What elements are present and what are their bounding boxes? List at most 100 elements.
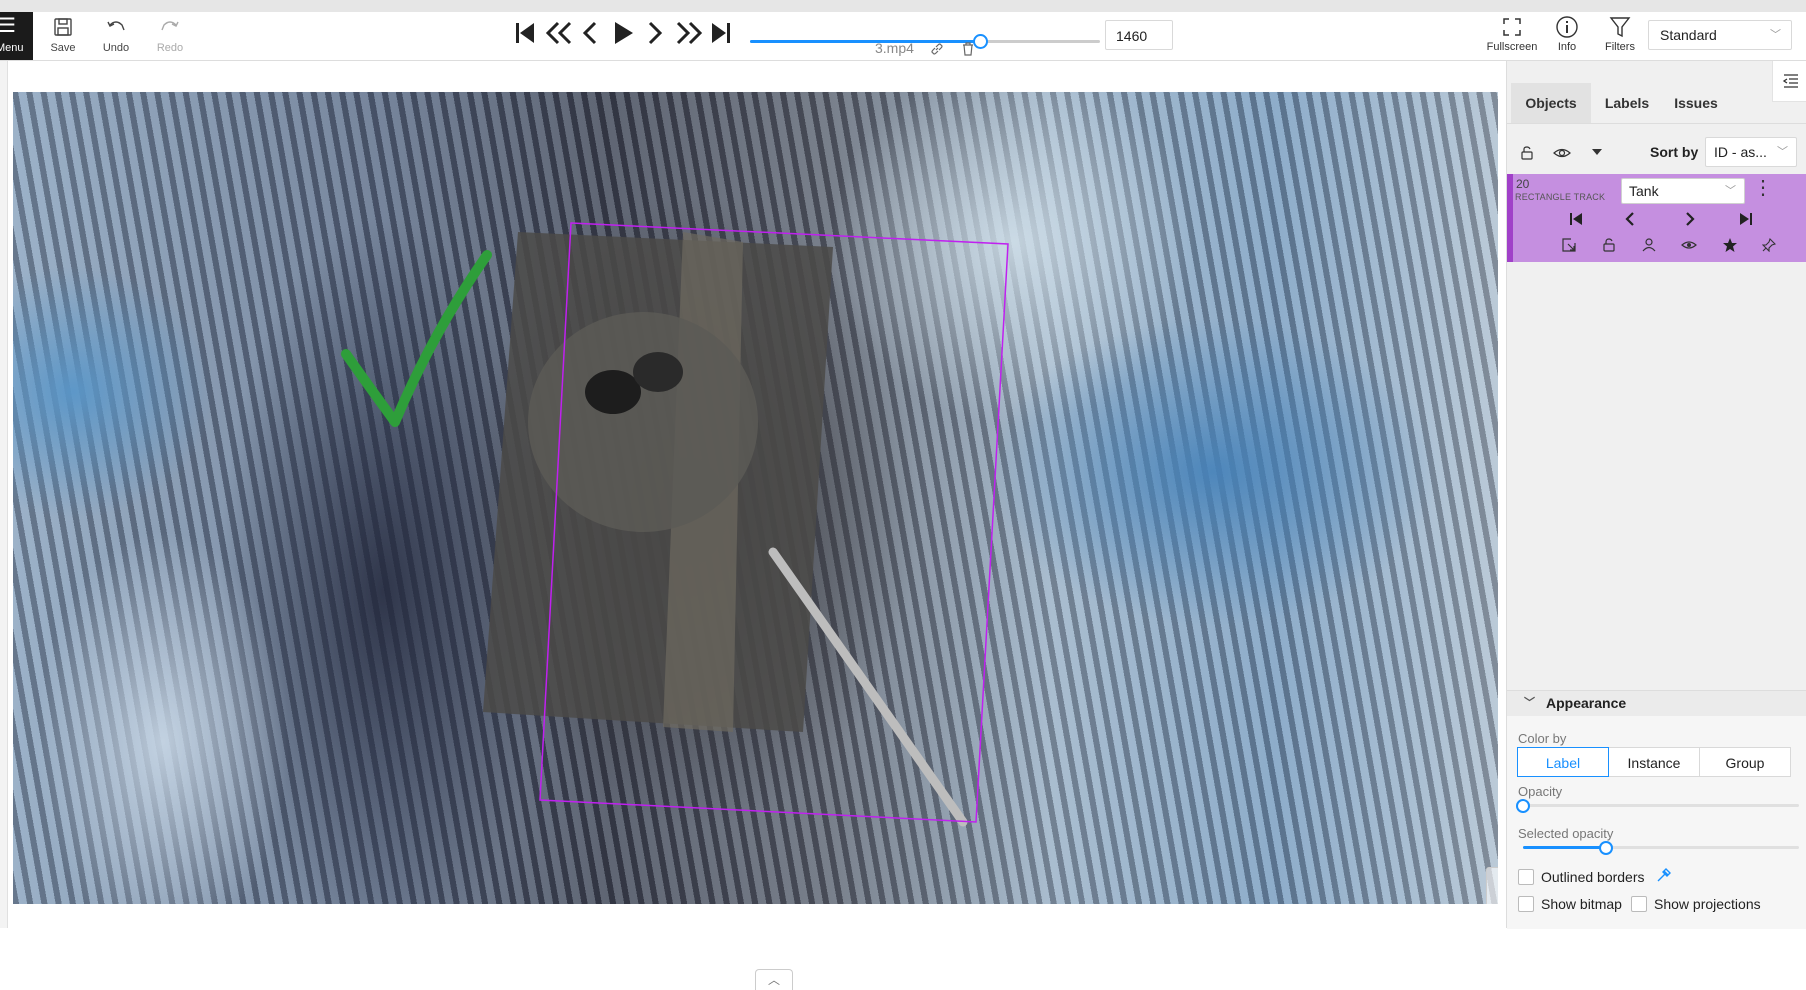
selected-opacity-slider[interactable]	[1523, 841, 1799, 855]
bottom-panel-toggle[interactable]: ︿	[755, 969, 793, 990]
appearance-title: Appearance	[1546, 695, 1627, 711]
object-label-value: Tank	[1629, 183, 1659, 199]
first-frame-button[interactable]	[513, 20, 537, 46]
show-bitmap-label: Show bitmap	[1541, 896, 1622, 912]
appearance-header[interactable]: ﹀ Appearance	[1507, 691, 1806, 716]
previous-frame-button[interactable]	[580, 20, 600, 46]
objects-header: Sort by ID - as... ﹀	[1507, 137, 1806, 169]
selected-opacity-slider-fill	[1523, 846, 1606, 849]
color-by-radio-group: Label Instance Group	[1517, 747, 1793, 777]
more-options-icon[interactable]: ⋮	[1753, 178, 1773, 198]
object-id: 20	[1516, 177, 1530, 191]
selected-opacity-slider-handle[interactable]	[1598, 841, 1613, 855]
color-by-instance-option[interactable]: Instance	[1608, 747, 1700, 777]
show-bitmap-checkbox[interactable]	[1518, 896, 1534, 912]
play-button[interactable]	[610, 20, 636, 46]
color-by-label-option[interactable]: Label	[1517, 747, 1609, 777]
outside-icon[interactable]	[1562, 238, 1576, 252]
pin-icon[interactable]	[1762, 238, 1776, 252]
tab-objects[interactable]: Objects	[1511, 83, 1591, 123]
eye-icon[interactable]	[1553, 145, 1571, 161]
double-chevron-right-icon	[676, 21, 703, 45]
last-keyframe-icon[interactable]	[1739, 211, 1753, 227]
menu-label: Menu	[0, 42, 24, 54]
double-chevron-left-icon	[545, 21, 572, 45]
collapse-sidebar-icon	[1782, 74, 1798, 88]
color-by-group-option[interactable]: Group	[1699, 747, 1791, 777]
redo-icon	[161, 21, 179, 31]
delete-frame-icon[interactable]	[961, 42, 975, 56]
next-frame-button[interactable]	[645, 20, 665, 46]
last-frame-button[interactable]	[709, 20, 733, 46]
workspace-select[interactable]: Standard ﹀	[1648, 20, 1792, 50]
info-icon	[1556, 16, 1578, 38]
next-keyframe-icon[interactable]	[1684, 211, 1696, 227]
frame-slider-fill	[750, 40, 980, 43]
chevron-down-icon: ﹀	[1770, 29, 1781, 41]
sidebar-collapse-button[interactable]	[1772, 61, 1806, 102]
outlined-borders-checkbox[interactable]	[1518, 869, 1534, 885]
video-frame[interactable]	[13, 92, 1498, 904]
checkmark-icon	[341, 250, 492, 427]
chevron-right-icon	[648, 21, 663, 45]
chevron-up-icon: ︿	[767, 973, 780, 987]
save-button[interactable]: Save	[38, 14, 88, 54]
star-icon[interactable]	[1722, 237, 1738, 253]
outlined-borders-label: Outlined borders	[1541, 869, 1645, 885]
redo-button[interactable]: Redo	[145, 14, 195, 54]
color-picker-icon[interactable]	[1655, 868, 1671, 884]
fullscreen-label: Fullscreen	[1486, 41, 1538, 53]
info-label: Info	[1557, 41, 1577, 53]
filters-button[interactable]: Filters	[1602, 14, 1638, 53]
show-projections-checkbox[interactable]	[1631, 896, 1647, 912]
undo-icon	[107, 21, 125, 31]
chevron-down-icon: ﹀	[1777, 146, 1788, 158]
caret-down-icon[interactable]	[1591, 147, 1603, 157]
visibility-eye-icon[interactable]	[1681, 238, 1697, 252]
chevron-left-icon	[582, 21, 597, 45]
filter-icon	[1609, 17, 1631, 38]
canvas-area[interactable]: ︿	[0, 61, 1504, 990]
link-icon[interactable]	[930, 42, 944, 56]
frame-slider-handle[interactable]	[972, 34, 988, 49]
sort-by-label: Sort by	[1650, 144, 1699, 160]
opacity-slider-handle[interactable]	[1516, 799, 1530, 813]
first-keyframe-icon[interactable]	[1569, 211, 1583, 227]
object-item[interactable]: 20 RECTANGLE TRACK Tank ﹀ ⋮	[1507, 174, 1806, 262]
menu-button[interactable]: ☰ Menu	[0, 12, 33, 60]
frame-number-input[interactable]: 1460	[1105, 20, 1173, 50]
filters-label: Filters	[1605, 41, 1635, 53]
zoom-scrollbar[interactable]	[1486, 867, 1498, 904]
show-projections-label: Show projections	[1654, 896, 1761, 912]
unlock-all-icon[interactable]	[1519, 145, 1535, 161]
lock-icon[interactable]	[1602, 238, 1616, 252]
fullscreen-button[interactable]: Fullscreen	[1486, 14, 1538, 53]
sort-select[interactable]: ID - as... ﹀	[1705, 137, 1797, 167]
previous-keyframe-icon[interactable]	[1624, 211, 1636, 227]
objects-sidebar: Objects Labels Issues Sort by ID - as...…	[1506, 61, 1806, 929]
appearance-panel: ﹀ Appearance Color by Label Instance Gro…	[1507, 690, 1806, 929]
info-button[interactable]: Info	[1549, 14, 1585, 53]
frame-overlay	[341, 222, 1009, 827]
tab-labels[interactable]: Labels	[1591, 83, 1663, 123]
undo-label: Undo	[102, 42, 130, 54]
fast-backward-button[interactable]	[544, 20, 574, 46]
frame-slider[interactable]	[750, 34, 1100, 49]
fullscreen-icon	[1503, 18, 1521, 36]
hamburger-icon: ☰	[0, 15, 16, 37]
fast-forward-button[interactable]	[674, 20, 704, 46]
skip-to-start-icon	[516, 23, 534, 43]
selected-opacity-label: Selected opacity	[1518, 826, 1614, 841]
window-top-strip	[0, 0, 1806, 12]
opacity-label: Opacity	[1518, 784, 1563, 799]
object-label-select[interactable]: Tank ﹀	[1621, 178, 1745, 204]
tabs-divider	[1507, 123, 1806, 124]
save-icon	[54, 18, 72, 36]
occluded-icon[interactable]	[1642, 238, 1656, 252]
color-by-label: Color by	[1518, 731, 1567, 746]
tab-issues[interactable]: Issues	[1663, 83, 1729, 123]
play-icon	[615, 22, 633, 44]
undo-button[interactable]: Undo	[91, 14, 141, 54]
sort-value: ID - as...	[1714, 144, 1767, 160]
opacity-slider[interactable]	[1516, 799, 1799, 813]
